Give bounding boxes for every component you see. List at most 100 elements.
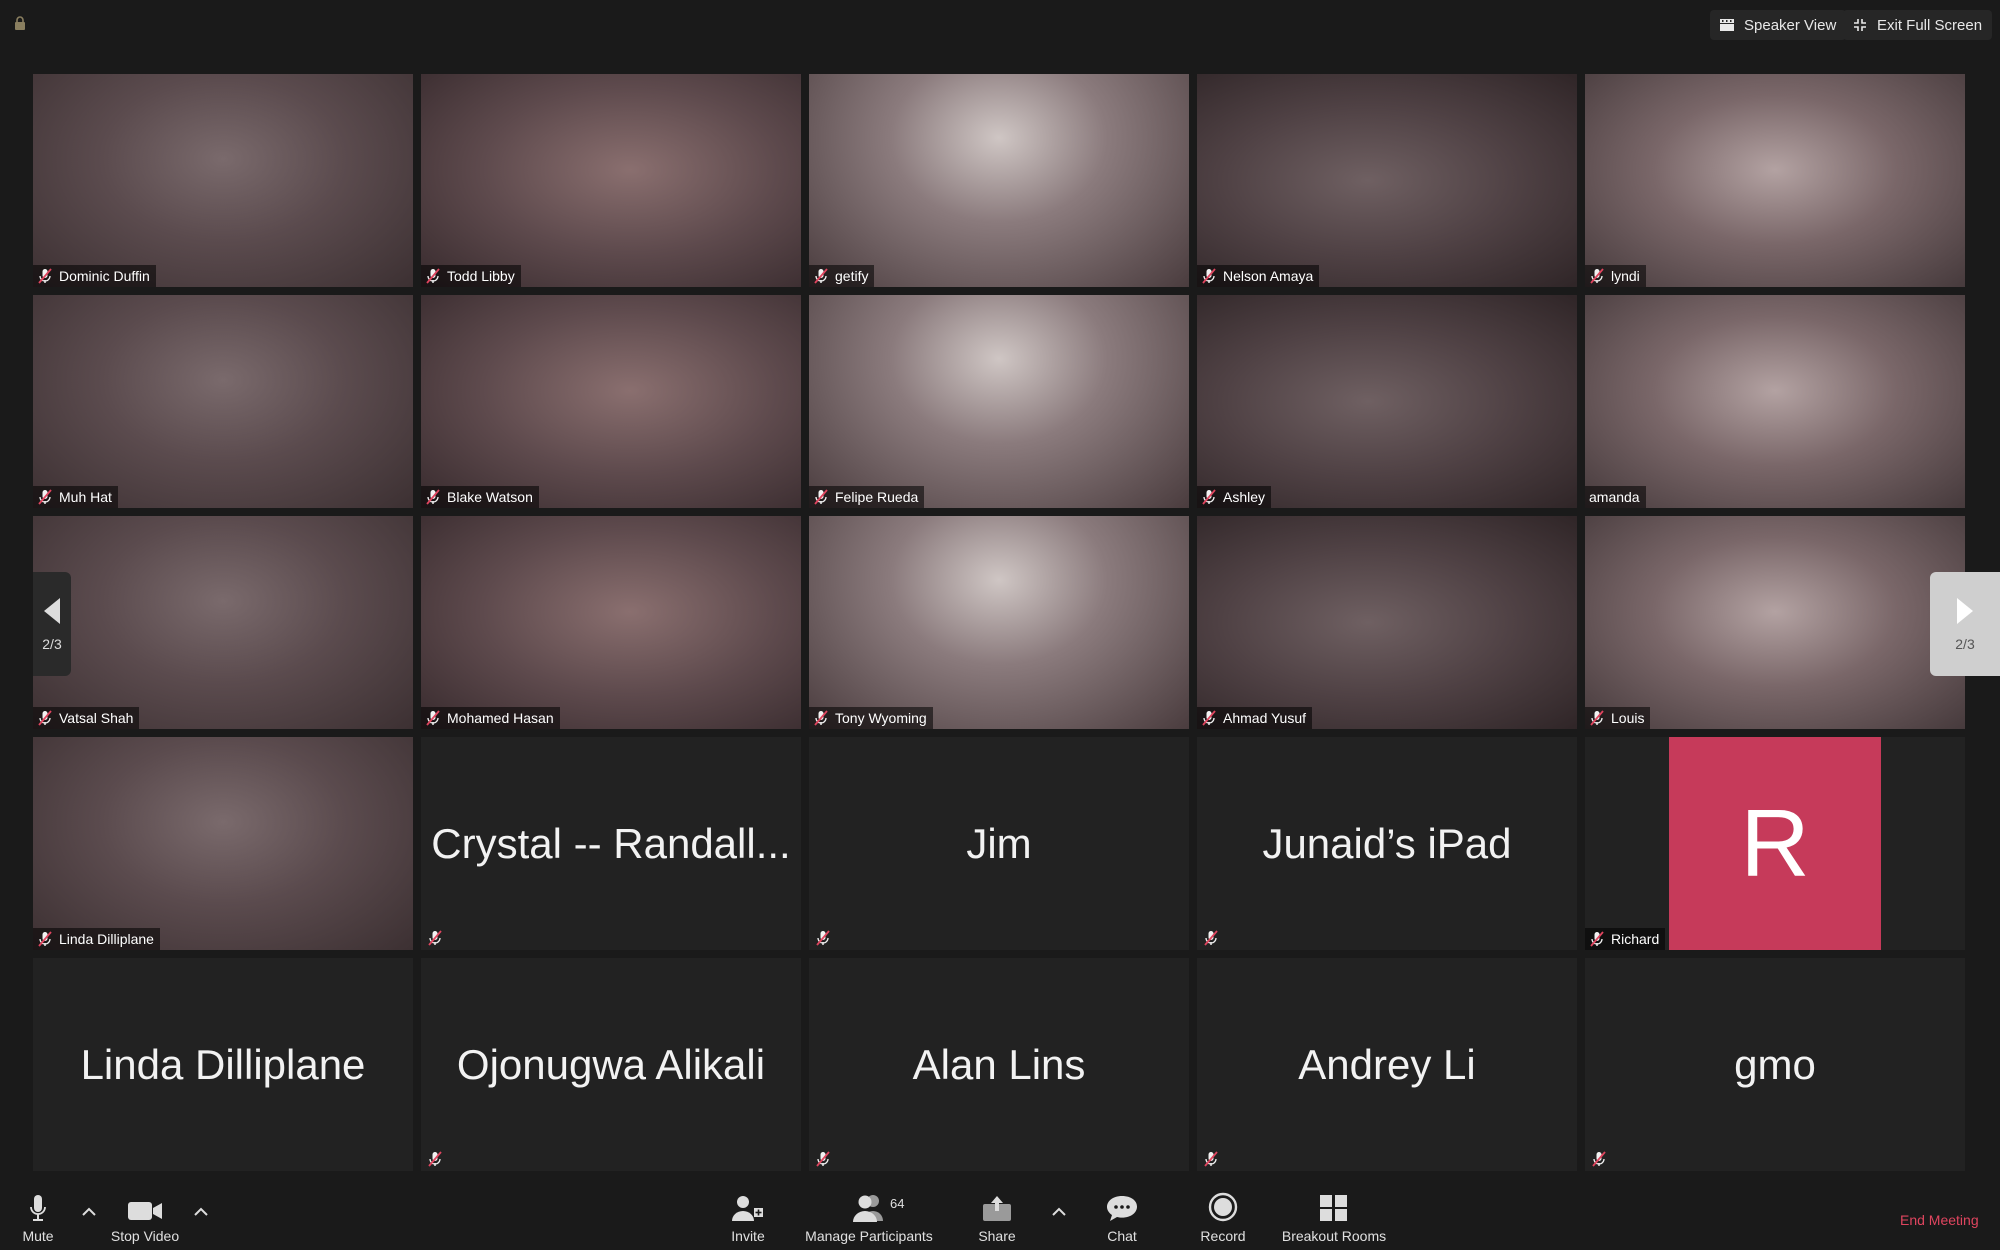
stop-video-button[interactable]: Stop Video — [105, 1185, 185, 1250]
end-meeting-button[interactable]: End Meeting — [1900, 1212, 1979, 1228]
participant-video — [1197, 516, 1577, 729]
participant-tile[interactable]: Junaid’s iPad — [1197, 737, 1577, 950]
participant-tile[interactable]: Ashley — [1197, 295, 1577, 508]
muted-microphone-icon — [814, 268, 828, 284]
meeting-toolbar: Mute Stop Video Invite Manage Participan… — [0, 1185, 2000, 1250]
chevron-right-icon — [1957, 598, 1973, 624]
participant-name: Louis — [1611, 710, 1645, 726]
next-page-button[interactable]: 2/3 — [1930, 572, 2000, 676]
participant-name: Vatsal Shah — [59, 710, 134, 726]
participant-name: lyndi — [1611, 268, 1640, 284]
participant-name: Ashley — [1223, 489, 1266, 505]
participant-tile[interactable]: Muh Hat — [33, 295, 413, 508]
participant-name: Junaid’s iPad — [1262, 819, 1512, 867]
audio-options-caret-icon[interactable] — [80, 1203, 98, 1221]
participant-tile[interactable]: Andrey Li — [1197, 958, 1577, 1171]
avatar-letter: R — [1740, 789, 1810, 897]
participant-video — [33, 74, 413, 287]
manage-participants-button[interactable]: Manage Participants — [800, 1185, 938, 1250]
participant-avatar: R — [1669, 737, 1881, 950]
mute-indicator — [1591, 1151, 1607, 1167]
participant-tile[interactable]: Linda Dilliplane — [33, 737, 413, 950]
muted-microphone-icon — [426, 489, 440, 505]
chat-button[interactable]: Chat — [1101, 1185, 1143, 1250]
participant-name: Dominic Duffin — [59, 268, 150, 284]
participant-name-tag: Dominic Duffin — [33, 265, 156, 287]
muted-microphone-icon — [816, 930, 830, 946]
share-options-caret-icon[interactable] — [1050, 1203, 1068, 1221]
participant-name: gmo — [1734, 1040, 1816, 1088]
previous-page-button[interactable]: 2/3 — [33, 572, 71, 676]
muted-microphone-icon — [426, 710, 440, 726]
participant-tile[interactable]: Tony Wyoming — [809, 516, 1189, 729]
muted-microphone-icon — [1590, 710, 1604, 726]
mute-indicator — [427, 1151, 443, 1167]
muted-microphone-icon — [428, 930, 442, 946]
participant-tile[interactable]: Jim — [809, 737, 1189, 950]
participant-tile[interactable]: Ahmad Yusuf — [1197, 516, 1577, 729]
mute-indicator — [427, 930, 443, 946]
muted-microphone-icon — [1590, 268, 1604, 284]
participant-video — [421, 295, 801, 508]
participant-name-tag: Nelson Amaya — [1197, 265, 1320, 287]
participant-video — [1197, 74, 1577, 287]
muted-microphone-icon — [428, 1151, 442, 1167]
participant-video — [33, 295, 413, 508]
chat-label: Chat — [1107, 1228, 1137, 1244]
participant-tile[interactable]: Crystal -- Randall... — [421, 737, 801, 950]
participant-tile[interactable]: getify — [809, 74, 1189, 287]
participant-name: Linda Dilliplane — [59, 931, 154, 947]
participant-name-tag: Linda Dilliplane — [33, 928, 160, 950]
muted-microphone-icon — [1204, 930, 1218, 946]
mute-button[interactable]: Mute — [18, 1185, 58, 1250]
participant-video — [809, 295, 1189, 508]
participant-tile[interactable]: Louis — [1585, 516, 1965, 729]
participant-video — [33, 737, 413, 950]
participant-tile[interactable]: Todd Libby — [421, 74, 801, 287]
participant-name: Blake Watson — [447, 489, 533, 505]
muted-microphone-icon — [38, 931, 52, 947]
breakout-rooms-button[interactable]: Breakout Rooms — [1278, 1185, 1390, 1250]
participant-name: Jim — [966, 819, 1032, 867]
muted-microphone-icon — [1592, 1151, 1606, 1167]
participant-tile[interactable]: gmo — [1585, 958, 1965, 1171]
muted-microphone-icon — [816, 1151, 830, 1167]
participant-name: Mohamed Hasan — [447, 710, 554, 726]
record-label: Record — [1200, 1228, 1246, 1244]
participant-tile[interactable]: Felipe Rueda — [809, 295, 1189, 508]
add-user-icon — [732, 1196, 763, 1221]
video-options-caret-icon[interactable] — [192, 1203, 210, 1221]
participant-name-tag: Ashley — [1197, 486, 1272, 508]
participant-name-tag: amanda — [1585, 486, 1646, 508]
participant-name: Nelson Amaya — [1223, 268, 1314, 284]
participant-name-tag: Vatsal Shah — [33, 707, 140, 729]
muted-microphone-icon — [38, 710, 52, 726]
participant-tile[interactable]: Nelson Amaya — [1197, 74, 1577, 287]
participant-name-tag: getify — [809, 265, 875, 287]
participant-video — [1585, 74, 1965, 287]
chevron-left-icon — [44, 598, 60, 624]
share-button[interactable]: Share — [975, 1185, 1019, 1250]
participant-tile[interactable]: Vatsal Shah — [33, 516, 413, 729]
participant-tile[interactable]: Ojonugwa Alikali — [421, 958, 801, 1171]
speaker-view-button[interactable]: Speaker View — [1710, 10, 1847, 40]
participant-tile[interactable]: amanda — [1585, 295, 1965, 508]
invite-button[interactable]: Invite — [725, 1185, 771, 1250]
participant-tile[interactable]: Mohamed Hasan — [421, 516, 801, 729]
participant-tile[interactable]: Blake Watson — [421, 295, 801, 508]
participant-tile[interactable]: lyndi — [1585, 74, 1965, 287]
muted-microphone-icon — [1202, 489, 1216, 505]
participant-name: Tony Wyoming — [835, 710, 927, 726]
participant-tile[interactable]: Dominic Duffin — [33, 74, 413, 287]
participant-name: Ahmad Yusuf — [1223, 710, 1307, 726]
participant-tile[interactable]: Alan Lins — [809, 958, 1189, 1171]
participant-tile[interactable]: Linda Dilliplane — [33, 958, 413, 1171]
microphone-icon — [30, 1195, 46, 1221]
participant-name: Felipe Rueda — [835, 489, 919, 505]
muted-microphone-icon — [38, 489, 52, 505]
participant-tile[interactable]: R Richard — [1585, 737, 1965, 950]
exit-full-screen-button[interactable]: Exit Full Screen — [1843, 10, 1993, 40]
exit-full-screen-icon — [1854, 19, 1866, 31]
record-button[interactable]: Record — [1197, 1185, 1249, 1250]
participant-name-tag: Mohamed Hasan — [421, 707, 560, 729]
